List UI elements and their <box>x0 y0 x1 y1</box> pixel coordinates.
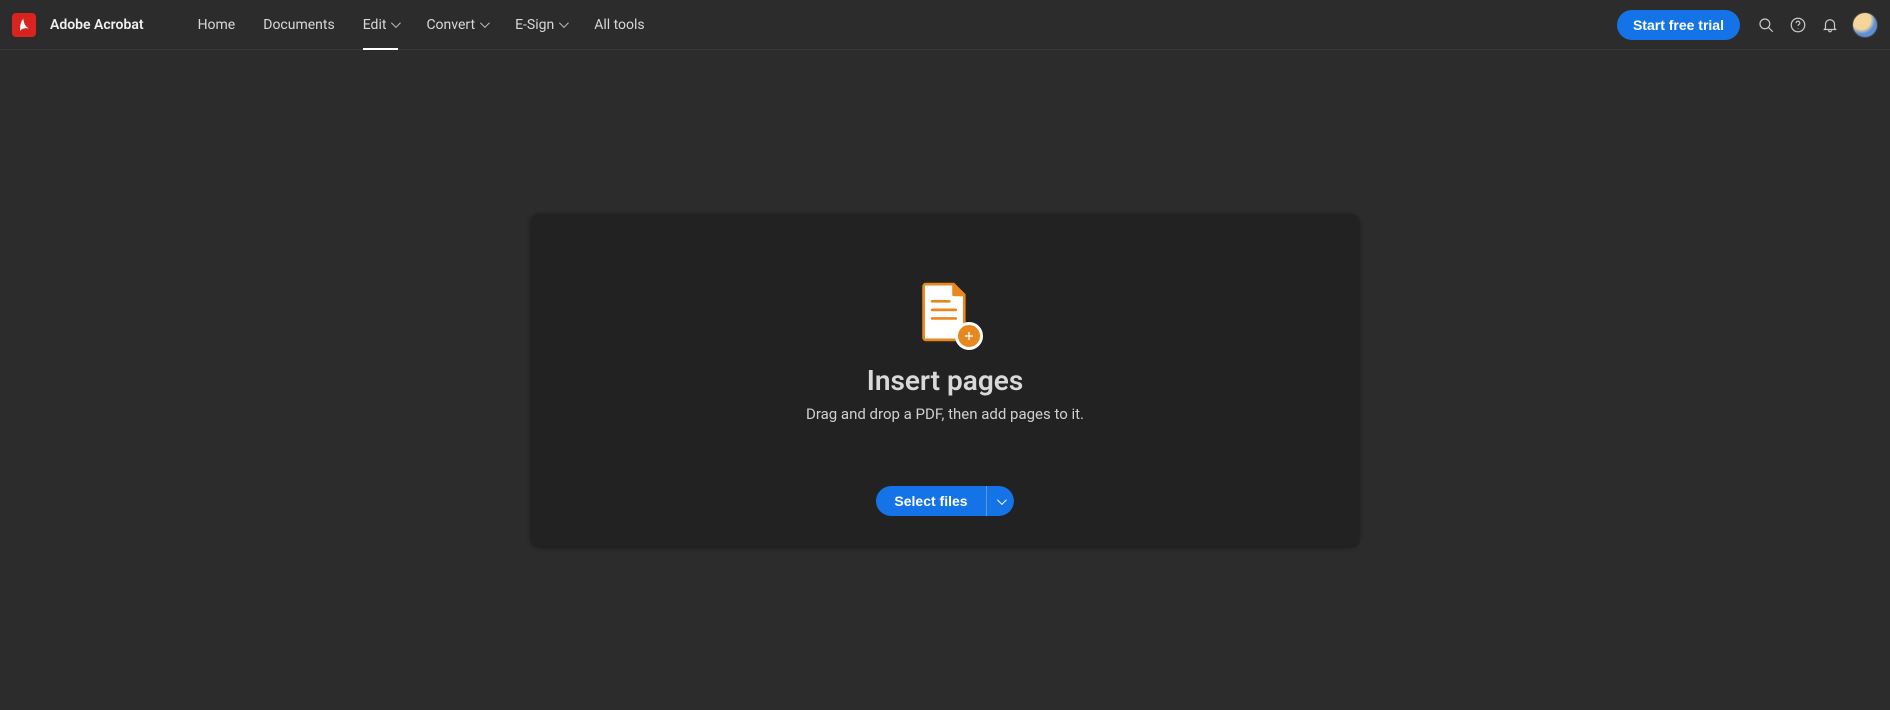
start-free-trial-button[interactable]: Start free trial <box>1617 10 1740 40</box>
user-avatar[interactable] <box>1852 12 1878 38</box>
help-icon <box>1789 16 1807 34</box>
document-add-icon <box>915 282 975 346</box>
notifications-button[interactable] <box>1814 9 1846 41</box>
nav-documents[interactable]: Documents <box>249 0 348 50</box>
bell-icon <box>1821 16 1839 34</box>
select-files-group: Select files <box>876 486 1013 516</box>
card-subtitle: Drag and drop a PDF, then add pages to i… <box>806 405 1084 423</box>
chevron-down-icon <box>997 495 1007 505</box>
nav-alltools[interactable]: All tools <box>580 0 658 50</box>
nav-home[interactable]: Home <box>184 0 250 50</box>
nav-esign-label: E-Sign <box>515 17 554 33</box>
select-left-indicator <box>876 487 879 515</box>
main-stage: Insert pages Drag and drop a PDF, then a… <box>0 50 1890 710</box>
top-nav: Adobe Acrobat Home Documents Edit Conver… <box>0 0 1890 50</box>
search-button[interactable] <box>1750 9 1782 41</box>
select-files-button[interactable]: Select files <box>876 486 985 516</box>
card-heading: Insert pages <box>867 364 1023 397</box>
nav-documents-label: Documents <box>263 17 334 33</box>
nav-edit-label: Edit <box>363 17 387 33</box>
plus-badge-icon <box>955 322 983 350</box>
search-icon <box>1757 16 1775 34</box>
chevron-down-icon <box>559 18 569 28</box>
acrobat-logo-icon <box>12 13 36 37</box>
insert-pages-card: Insert pages Drag and drop a PDF, then a… <box>531 214 1359 546</box>
nav-esign[interactable]: E-Sign <box>501 0 580 50</box>
chevron-down-icon <box>480 18 490 28</box>
nav-alltools-label: All tools <box>594 17 644 33</box>
select-files-dropdown[interactable] <box>986 486 1014 516</box>
brand-title: Adobe Acrobat <box>50 17 144 33</box>
nav-edit[interactable]: Edit <box>349 0 413 50</box>
nav-home-label: Home <box>198 17 236 33</box>
help-button[interactable] <box>1782 9 1814 41</box>
chevron-down-icon <box>391 18 401 28</box>
nav-convert-label: Convert <box>426 17 475 33</box>
nav-items: Home Documents Edit Convert E-Sign All t… <box>184 0 659 50</box>
nav-convert[interactable]: Convert <box>412 0 501 50</box>
